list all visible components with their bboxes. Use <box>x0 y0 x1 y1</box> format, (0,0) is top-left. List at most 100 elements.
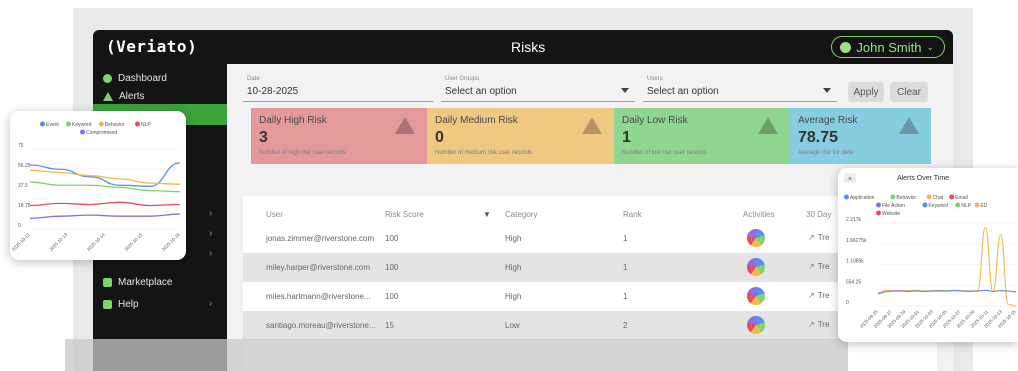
legend-swatch <box>890 194 896 200</box>
cell-risk-score: 100 <box>385 292 399 301</box>
sort-down-icon[interactable]: ▼ <box>483 210 491 219</box>
chevron-right-icon[interactable]: › <box>209 208 212 219</box>
kpi-daily-low-risk: Daily Low Risk 1 Number of low risk user… <box>614 108 790 164</box>
column-header-user[interactable]: User <box>266 210 283 219</box>
y-tick-label: 18.75 <box>18 203 31 209</box>
sidebar-item-marketplace[interactable]: Marketplace <box>103 272 172 292</box>
legend-label: Chat <box>933 195 944 201</box>
apply-button[interactable]: Apply <box>848 82 884 102</box>
kpi-daily-medium-risk: Daily Medium Risk 0 Number of medium ris… <box>427 108 614 164</box>
column-header-rank[interactable]: Rank <box>623 210 642 219</box>
warning-icon <box>758 117 778 134</box>
trend-up-icon: ↗ <box>808 291 815 300</box>
kpi-value: 0 <box>435 129 444 146</box>
legend-label: File Action <box>882 203 905 209</box>
x-tick-label: 2025-10-13 <box>48 232 68 252</box>
cell-category: High <box>505 234 522 243</box>
trend-label: Tre <box>817 262 830 271</box>
chevron-right-icon[interactable]: › <box>209 248 212 259</box>
kpi-average-risk: Average Risk 78.75 Average risk for date <box>790 108 931 164</box>
y-tick-label: 1.66275k <box>846 238 867 244</box>
legend-swatch <box>955 202 961 208</box>
cell-risk-score: 100 <box>385 263 399 272</box>
date-field[interactable]: Date 10-28-2025 <box>243 76 433 102</box>
activities-donut-icon[interactable] <box>747 287 765 305</box>
table-row[interactable]: santiago.moreau@riverstone... 15 Low 2 ↗… <box>243 311 937 340</box>
user-name: John Smith <box>856 39 922 55</box>
cell-rank: 1 <box>623 234 628 243</box>
cell-user[interactable]: miley.harper@riverstone.com <box>266 263 370 272</box>
cell-user[interactable]: miles.hartmann@riverstone... <box>266 292 371 301</box>
y-tick-label: 0 <box>18 223 21 229</box>
activities-donut-icon[interactable] <box>747 258 765 276</box>
help-icon <box>103 299 112 309</box>
series-line-compromised <box>29 213 181 219</box>
legend-swatch <box>876 202 881 208</box>
activities-donut-icon[interactable] <box>747 229 765 247</box>
legend-label: NLP <box>961 203 971 209</box>
chevron-right-icon[interactable]: › <box>209 298 212 309</box>
trend-link[interactable]: ↗ Tre <box>808 291 829 300</box>
table-row[interactable]: miley.harper@riverstone.com 100 High 1 ↗… <box>243 253 937 282</box>
cell-user[interactable]: santiago.moreau@riverstone... <box>266 321 376 330</box>
legend-swatch <box>949 194 955 200</box>
risk-trend-chart: Event Keyword Behavior NLP Compromised 75 56.2… <box>11 121 181 252</box>
table-row[interactable]: jonas.zimmer@riverstone.com 100 High 1 ↗… <box>243 224 937 253</box>
legend-label: Behavior <box>896 195 916 201</box>
alerts-over-time-chart: Alerts Over Time × Application Behavior Chat… <box>844 173 1017 329</box>
page-title: Risks <box>511 39 546 55</box>
alerts-over-time-card: Alerts Over Time × Application Behavior Chat… <box>838 168 1018 342</box>
clear-button[interactable]: Clear <box>890 82 928 102</box>
close-icon: × <box>848 176 852 183</box>
app-logo: (Veriato) <box>106 37 198 56</box>
y-tick-label: 0 <box>846 300 849 306</box>
kpi-subtitle: Number of medium risk user records <box>435 150 533 156</box>
x-tick-label: 2025-10-15 <box>123 232 143 252</box>
user-groups-select[interactable]: User Groups Select an option <box>441 76 635 102</box>
sidebar-item-dashboard[interactable]: Dashboard <box>103 68 167 88</box>
activities-donut-icon[interactable] <box>747 316 765 334</box>
sidebar-item-help[interactable]: Help <box>103 294 139 314</box>
kpi-subtitle: Number of low risk user records <box>622 150 707 156</box>
column-header-30-day[interactable]: 30 Day <box>806 210 831 219</box>
user-menu-button[interactable]: John Smith ⌄ <box>831 36 945 58</box>
table-row[interactable]: miles.hartmann@riverstone... 100 High 1 … <box>243 282 937 311</box>
trend-up-icon: ↗ <box>808 233 815 242</box>
legend-swatch <box>922 202 928 208</box>
trend-link[interactable]: ↗ Tre <box>808 320 829 329</box>
y-tick-label: 554.25 <box>846 279 862 285</box>
kpi-daily-high-risk: Daily High Risk 3 Number of high risk us… <box>251 108 427 164</box>
sidebar-item-label: Marketplace <box>118 276 173 288</box>
sidebar-item-alerts[interactable]: Alerts <box>103 86 145 106</box>
user-avatar-icon <box>840 41 852 53</box>
column-header-category[interactable]: Category <box>505 210 537 219</box>
column-header-activities[interactable]: Activities <box>743 210 775 219</box>
legend-label: Behavior <box>105 122 125 128</box>
warning-icon <box>582 117 602 134</box>
y-tick-label: 2.217k <box>846 217 862 223</box>
chevron-right-icon[interactable]: › <box>209 228 212 239</box>
trend-link[interactable]: ↗ Tre <box>808 262 829 271</box>
trend-up-icon: ↗ <box>808 262 815 271</box>
legend-label: ED <box>980 203 987 209</box>
date-field-label: Date <box>247 76 260 82</box>
warning-icon <box>899 117 919 134</box>
series-line-nlp <box>29 201 181 207</box>
trend-link[interactable]: ↗ Tre <box>808 233 829 242</box>
cell-risk-score: 15 <box>385 321 394 330</box>
trend-label: Tre <box>817 291 830 300</box>
series-line-application <box>877 289 1017 295</box>
users-select[interactable]: Users Select an option <box>643 76 837 102</box>
dashboard-icon <box>103 73 112 83</box>
cell-user[interactable]: jonas.zimmer@riverstone.com <box>266 234 374 243</box>
x-tick-label: 2025-10-14 <box>86 232 106 252</box>
column-header-risk-score[interactable]: Risk Score <box>385 210 424 219</box>
top-bar: (Veriato) Risks John Smith ⌄ <box>93 30 953 64</box>
kpi-subtitle: Average risk for date <box>798 150 854 156</box>
legend-label: Website <box>882 211 900 217</box>
y-tick-label: 75 <box>18 143 24 149</box>
series-line-chat <box>877 226 1017 307</box>
user-groups-value: Select an option <box>445 86 517 97</box>
chevron-down-icon: ⌄ <box>926 41 934 52</box>
alert-icon <box>103 91 113 101</box>
